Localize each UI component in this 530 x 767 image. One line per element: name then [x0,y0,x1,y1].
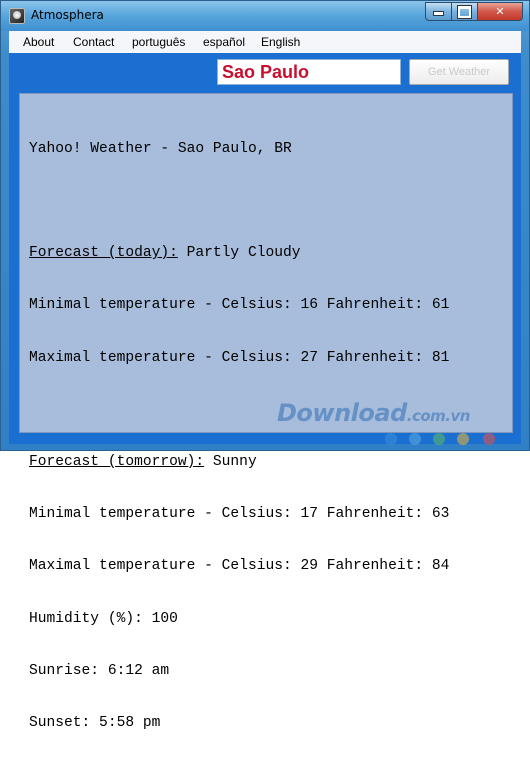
menu-item-spanish[interactable]: español [203,35,245,49]
today-forecast-line: Forecast (today): Partly Cloudy [29,245,449,262]
sunrise: Sunrise: 6:12 am [29,662,170,679]
close-icon: ✕ [495,5,505,18]
maximize-button[interactable] [451,2,478,21]
today-min-temp: Minimal temperature - Celsius: 16 Fahren… [29,297,450,314]
tomorrow-min-temp: Minimal temperature - Celsius: 17 Fahren… [29,506,450,523]
watermark-text: Download [277,399,407,427]
today-forecast-label: Forecast (today): [29,245,178,262]
humidity: Humidity (%): 100 [29,610,178,627]
today-condition: Partly Cloudy [177,245,301,262]
maximize-icon [458,6,471,18]
watermark-dot [483,433,495,445]
watermark-domain: .com.vn [406,407,471,425]
sunset: Sunset: 5:58 pm [29,715,161,732]
tomorrow-condition: Sunny [204,454,257,471]
menu-item-english[interactable]: English [261,35,300,49]
minimize-icon [434,12,443,15]
watermark-dot [385,433,397,445]
menu-item-contact[interactable]: Contact [73,35,114,49]
tomorrow-max-temp: Maximal temperature - Celsius: 29 Fahren… [29,558,450,575]
watermark-dot [409,433,421,445]
watermark-dot [457,433,469,445]
minimize-button[interactable] [425,2,452,21]
window-title: Atmosphera [31,8,104,22]
report-header: Yahoo! Weather - Sao Paulo, BR [29,140,292,157]
app-icon[interactable] [9,8,25,24]
weather-report-panel: Yahoo! Weather - Sao Paulo, BR Forecast … [19,93,513,731]
watermark-dot [433,433,445,445]
city-input[interactable]: Sao Paulo [217,59,401,85]
menu-item-portuguese[interactable]: português [132,35,185,49]
close-button[interactable]: ✕ [477,2,523,21]
today-max-temp: Maximal temperature - Celsius: 27 Fahren… [29,349,450,366]
get-weather-button[interactable]: Get Weather [409,59,509,85]
watermark-logo: Download.com.vn [277,399,470,427]
app-window: Atmosphera ✕ About Contact português esp… [0,0,530,731]
menu-bar: About Contact português español English [9,31,521,54]
tomorrow-forecast-line: Forecast (tomorrow): Sunny [29,454,449,471]
menu-item-about[interactable]: About [23,35,54,49]
tomorrow-forecast-label: Forecast (tomorrow): [29,454,205,471]
